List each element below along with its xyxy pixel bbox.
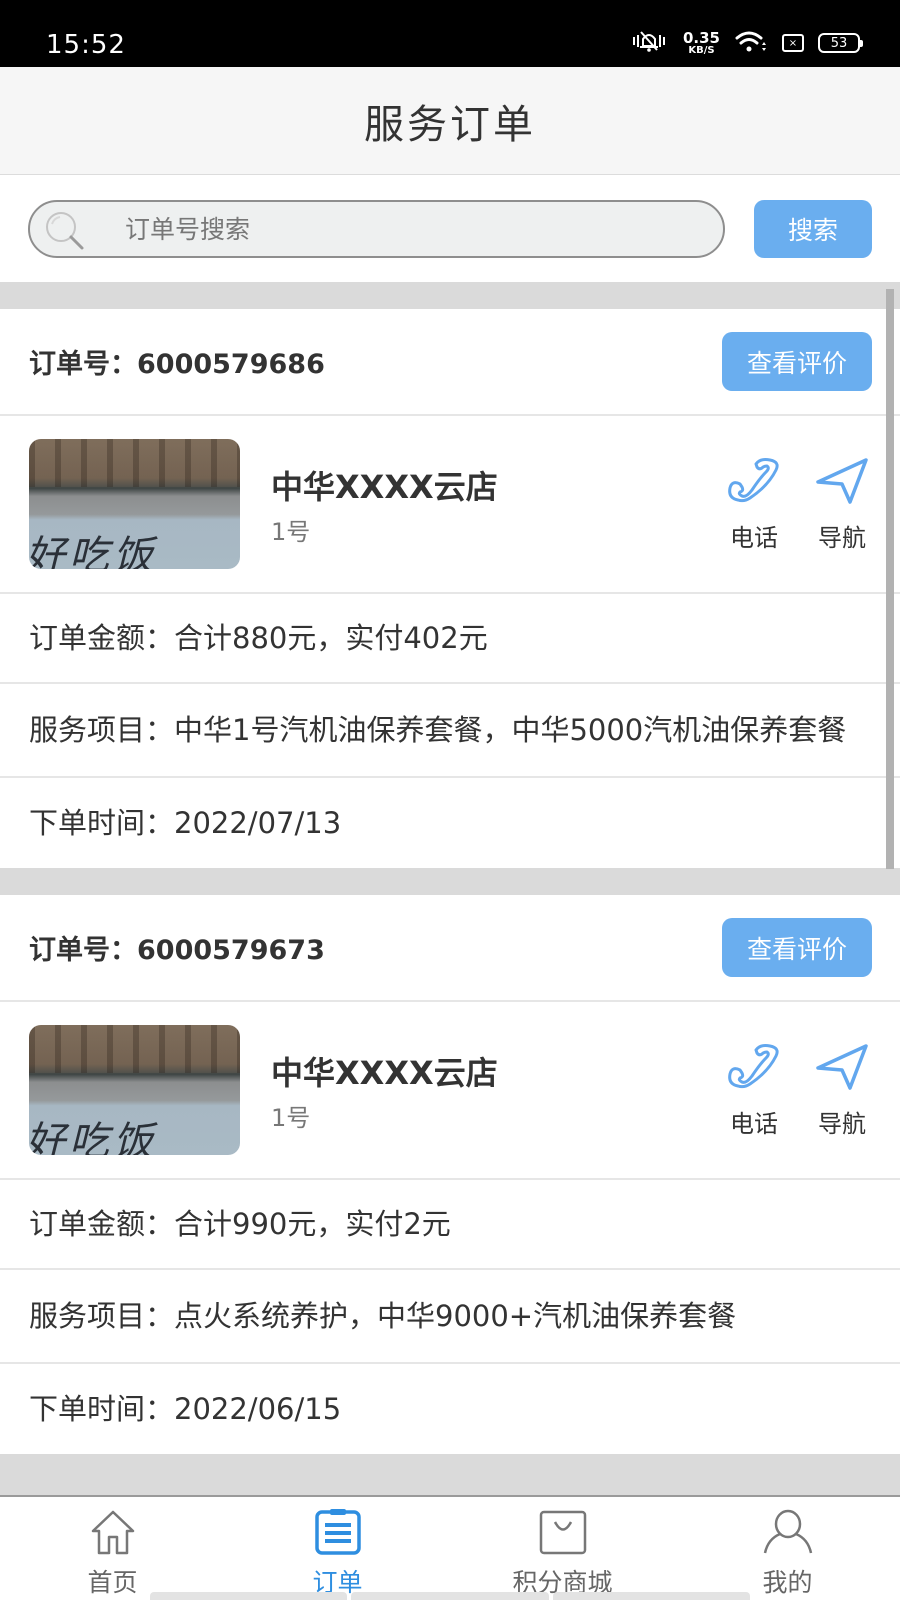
order-amount-row: 订单金额：合计880元，实付402元 [0,594,900,684]
navigation-arrow-icon [814,456,870,512]
status-icons: 0.35 KB/S × 53 [629,28,863,58]
order-card: 订单号：6000579686 查看评价 好吃饭 中华XXXX云店 1号 电话 导… [0,309,900,868]
net-speed-value: 0.35 [682,28,720,47]
search-field[interactable] [28,200,725,258]
order-amount-row: 订单金额：合计990元，实付2元 [0,1180,900,1270]
tab-home[interactable]: 首页 [0,1497,225,1600]
navigate-label: 导航 [818,523,866,552]
order-amount: 订单金额：合计880元，实付402元 [29,621,488,655]
shop-name: 中华XXXX云店 [271,1053,498,1092]
order-time: 下单时间：2022/06/15 [29,1392,342,1426]
separator [0,282,900,309]
call-button[interactable]: 电话 [724,456,784,553]
bottom-tab-bar: 首页 订单 积分商城 我的 [0,1495,900,1600]
status-bar: 15:52 0.35 KB/S × 53 [0,0,900,67]
vibrate-mute-icon [629,28,669,58]
search-button[interactable]: 搜索 [754,200,872,258]
call-label: 电话 [730,1109,778,1138]
phone-icon [724,456,784,512]
service-items: 服务项目：点火系统养护，中华9000+汽机油保养套餐 [29,1299,737,1333]
order-time: 下单时间：2022/07/13 [29,806,342,840]
page-title: 服务订单 [364,101,536,148]
view-review-button[interactable]: 查看评价 [722,918,872,977]
service-items-row: 服务项目：中华1号汽机油保养套餐，中华5000汽机油保养套餐 [0,684,900,778]
tab-points-mall[interactable]: 积分商城 [450,1497,675,1600]
net-speed-unit: KB/S [688,44,715,56]
shop-row[interactable]: 好吃饭 中华XXXX云店 1号 电话 导航 [0,416,900,594]
shop-subtitle: 1号 [271,517,311,546]
status-time: 15:52 [46,30,126,60]
wifi-icon [734,29,768,57]
battery-icon: 53 [818,33,863,53]
order-list[interactable]: 订单号：6000579686 查看评价 好吃饭 中华XXXX云店 1号 电话 导… [0,282,900,1495]
navigation-arrow-icon [814,1042,870,1098]
shop-actions: 电话 导航 [724,1042,870,1139]
shop-info: 中华XXXX云店 1号 [271,462,724,547]
home-icon [85,1509,141,1561]
navigate-button[interactable]: 导航 [814,456,870,553]
shop-name: 中华XXXX云店 [271,467,498,506]
sim-icon: × [782,34,804,52]
call-button[interactable]: 电话 [724,1042,784,1139]
tab-label: 我的 [762,1568,813,1597]
shop-thumbnail: 好吃饭 [29,439,240,569]
order-amount: 订单金额：合计990元，实付2元 [29,1207,451,1241]
search-icon [42,210,90,256]
view-review-button[interactable]: 查看评价 [722,332,872,391]
order-list-icon [310,1509,366,1561]
search-input[interactable] [125,210,685,248]
net-speed: 0.35 KB/S [682,28,720,56]
service-items-row: 服务项目：点火系统养护，中华9000+汽机油保养套餐 [0,1270,900,1364]
order-header: 订单号：6000579673 查看评价 [0,895,900,1002]
shop-info: 中华XXXX云店 1号 [271,1048,724,1133]
shop-actions: 电话 导航 [724,456,870,553]
title-bar: 服务订单 [0,67,900,175]
shopping-bag-icon [535,1509,591,1561]
order-number: 订单号：6000579686 [29,349,325,380]
search-bar: 搜索 [0,176,900,282]
order-card: 订单号：6000579673 查看评价 好吃饭 中华XXXX云店 1号 电话 导… [0,895,900,1454]
scrollbar[interactable] [886,289,894,869]
phone-icon [724,1042,784,1098]
call-label: 电话 [730,523,778,552]
order-time-row: 下单时间：2022/07/13 [0,778,900,868]
order-number: 订单号：6000579673 [29,935,325,966]
shop-subtitle: 1号 [271,1103,311,1132]
navigate-button[interactable]: 导航 [814,1042,870,1139]
order-header: 订单号：6000579686 查看评价 [0,309,900,416]
user-icon [760,1509,816,1561]
shop-row[interactable]: 好吃饭 中华XXXX云店 1号 电话 导航 [0,1002,900,1180]
tab-profile[interactable]: 我的 [675,1497,900,1600]
gesture-bar [150,1592,750,1600]
order-time-row: 下单时间：2022/06/15 [0,1364,900,1454]
service-items: 服务项目：中华1号汽机油保养套餐，中华5000汽机油保养套餐 [29,713,847,747]
tab-label: 首页 [87,1568,138,1597]
separator [0,868,900,895]
shop-thumbnail: 好吃饭 [29,1025,240,1155]
tab-orders[interactable]: 订单 [225,1497,450,1600]
navigate-label: 导航 [818,1109,866,1138]
